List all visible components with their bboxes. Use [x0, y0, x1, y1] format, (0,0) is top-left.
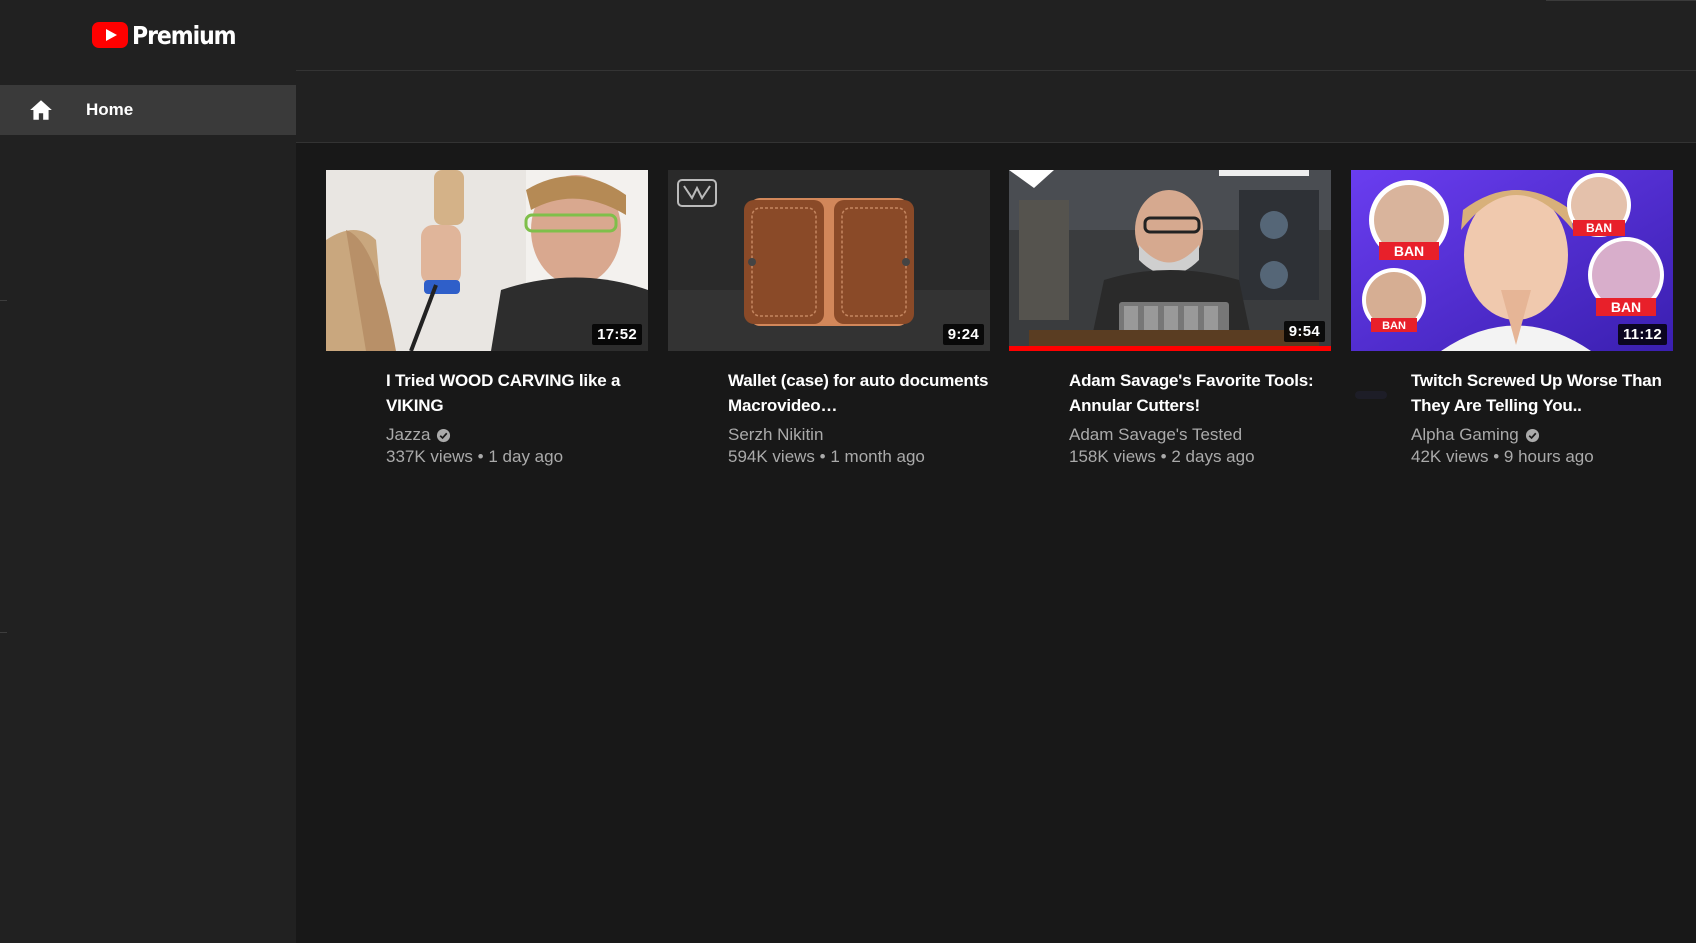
separator-dot: •	[819, 447, 826, 466]
upload-age: 1 day ago	[488, 447, 564, 466]
ban-label: BAN	[1394, 243, 1424, 259]
chip-bar	[296, 71, 1696, 143]
channel-name-row: Jazza	[386, 424, 648, 446]
channel-name[interactable]: Jazza	[386, 424, 430, 446]
video-card[interactable]: BAN BAN BAN BAN 11:12 Twitch Screwed Up …	[1351, 170, 1673, 468]
video-duration: 9:24	[942, 324, 984, 345]
video-card[interactable]: 9:54 Adam Savage's Favorite Tools: Annul…	[1009, 170, 1331, 468]
channel-name[interactable]: Serzh Nikitin	[728, 424, 823, 446]
thumbnail-image	[668, 170, 990, 351]
home-icon	[30, 100, 52, 120]
video-stats: 594K views • 1 month ago	[728, 446, 990, 468]
video-card[interactable]: 9:24 Wallet (case) for auto documents Ma…	[668, 170, 990, 468]
video-meta: Adam Savage's Favorite Tools: Annular Cu…	[1009, 351, 1331, 468]
view-count: 42K views	[1411, 447, 1489, 466]
view-count: 594K views	[728, 447, 815, 466]
video-stats: 42K views • 9 hours ago	[1411, 446, 1673, 468]
video-meta: Twitch Screwed Up Worse Than They Are Te…	[1351, 351, 1673, 468]
video-stats: 337K views • 1 day ago	[386, 446, 648, 468]
sidebar-item-label: Home	[86, 100, 134, 119]
channel-name[interactable]: Alpha Gaming	[1411, 424, 1519, 446]
upload-age: 2 days ago	[1171, 447, 1255, 466]
sidebar: Premium Home	[0, 0, 296, 943]
ban-label: BAN	[1586, 221, 1612, 235]
separator-dot: •	[477, 447, 484, 466]
channel-name-row: Adam Savage's Tested	[1069, 424, 1331, 446]
video-thumbnail[interactable]: 17:52	[326, 170, 648, 351]
verified-check-icon	[1525, 428, 1539, 442]
channel-name-row: Alpha Gaming	[1411, 424, 1673, 446]
video-meta: I Tried WOOD CARVING like a VIKING Jazza…	[326, 351, 648, 468]
video-meta: Wallet (case) for auto documents Macrovi…	[668, 351, 990, 468]
sidebar-divider	[0, 300, 7, 301]
top-bar-accent-line	[1546, 0, 1696, 1]
video-stats: 158K views • 2 days ago	[1069, 446, 1331, 468]
video-title[interactable]: Adam Savage's Favorite Tools: Annular Cu…	[1069, 368, 1331, 418]
channel-avatar[interactable]	[1355, 391, 1387, 399]
sidebar-item-home[interactable]: Home	[0, 85, 296, 135]
video-thumbnail[interactable]: BAN BAN BAN BAN 11:12	[1351, 170, 1673, 351]
video-title[interactable]: I Tried WOOD CARVING like a VIKING	[386, 368, 648, 418]
video-thumbnail[interactable]: 9:54	[1009, 170, 1331, 351]
video-card[interactable]: 17:52 I Tried WOOD CARVING like a VIKING…	[326, 170, 648, 468]
view-count: 158K views	[1069, 447, 1156, 466]
video-duration: 11:12	[1617, 324, 1667, 345]
channel-name[interactable]: Adam Savage's Tested	[1069, 424, 1242, 446]
logo-text: Premium	[132, 20, 237, 50]
video-duration: 9:54	[1283, 321, 1325, 342]
upload-age: 1 month ago	[830, 447, 925, 466]
separator-dot: •	[1493, 447, 1500, 466]
video-title[interactable]: Twitch Screwed Up Worse Than They Are Te…	[1411, 368, 1673, 418]
video-title[interactable]: Wallet (case) for auto documents Macrovi…	[728, 368, 990, 418]
top-bar	[296, 0, 1696, 71]
verified-check-icon	[437, 428, 451, 442]
video-thumbnail[interactable]: 9:24	[668, 170, 990, 351]
separator-dot: •	[1160, 447, 1167, 466]
logo[interactable]: Premium	[92, 20, 250, 50]
ban-label: BAN	[1382, 320, 1406, 332]
upload-age: 9 hours ago	[1503, 447, 1594, 466]
ban-label: BAN	[1611, 299, 1641, 315]
view-count: 337K views	[386, 447, 473, 466]
youtube-logo-icon	[92, 22, 128, 48]
video-duration: 17:52	[592, 324, 642, 345]
channel-name-row: Serzh Nikitin	[728, 424, 990, 446]
sidebar-divider	[0, 632, 7, 633]
thumbnail-image	[1009, 170, 1331, 351]
